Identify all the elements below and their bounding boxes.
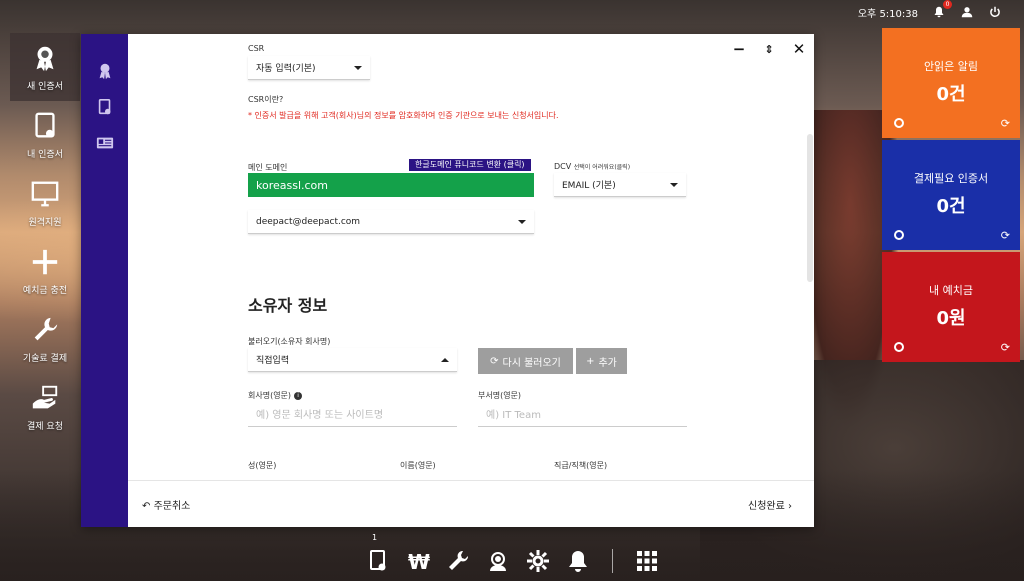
desktop-label: 내 인증서 (27, 149, 63, 160)
desktop-deposit[interactable]: 예치금 충전 (10, 237, 80, 305)
chevron-down-icon (518, 220, 526, 224)
bell-icon[interactable]: 0 (932, 0, 952, 19)
desktop-payment-request[interactable]: 결제 요청 (10, 373, 80, 441)
window-sidebar (81, 34, 128, 527)
desktop-my-certificate[interactable]: 내 인증서 (10, 101, 80, 169)
dcv-label: DCV 선택이 어려워요(클릭) (554, 162, 631, 171)
wrench-icon[interactable] (446, 549, 470, 573)
chevron-down-icon (670, 183, 678, 187)
first-name-label: 이름(영문) (400, 461, 436, 470)
wrench-icon (34, 317, 58, 340)
last-name-label: 성(영문) (248, 461, 277, 470)
certificate-icon (35, 112, 55, 137)
user-icon[interactable] (960, 5, 974, 19)
company-label: 회사명(영문) i (248, 390, 303, 401)
plus-icon: + (586, 355, 595, 367)
load-owner-label: 불러오기(소유자 회사명) (248, 337, 331, 346)
system-topbar: 오후 5:10:38 0 (858, 0, 1024, 24)
circle-icon (894, 342, 904, 352)
desktop-label: 예치금 충전 (22, 285, 68, 296)
back-arrow-icon: ↶ (142, 500, 151, 512)
order-form: CSR 자동 입력(기본) CSR이란? * 인증서 발급을 위해 고객(회사)… (128, 34, 808, 480)
refresh-icon: ⟳ (490, 355, 499, 367)
tile-my-deposit[interactable]: 내 예치금 0원 ⟳ (882, 252, 1020, 362)
dcv-select[interactable]: EMAIL (기본) (554, 173, 686, 197)
payment-icon (32, 385, 58, 408)
notif-badge: 0 (943, 0, 952, 9)
add-button[interactable]: + 추가 (576, 348, 627, 374)
refresh-icon[interactable]: ⟳ (1001, 117, 1010, 130)
headset-icon[interactable] (486, 549, 510, 573)
punycode-convert-button[interactable]: 한글도메인 퓨니코드 변환 (클릭) (409, 159, 531, 171)
tile-payment-required[interactable]: 결제필요 인증서 0건 ⟳ (882, 140, 1020, 250)
desktop-label: 원격지원 (28, 217, 62, 228)
certificate-order-window: − ⇕ ✕ CSR 자동 입력(기본) CSR이란? * 인증서 발급을 위해 … (81, 34, 814, 527)
info-icon[interactable]: i (294, 391, 303, 400)
circle-icon (894, 118, 904, 128)
refresh-icon[interactable]: ⟳ (1001, 229, 1010, 242)
clock: 오후 5:10:38 (857, 8, 918, 20)
title-label: 직급/직책(영문) (554, 461, 608, 470)
desktop-new-certificate[interactable]: 새 인증서 (10, 33, 80, 101)
csr-label: CSR (248, 44, 265, 53)
reload-button[interactable]: ⟳ 다시 불러오기 (478, 348, 573, 374)
owner-section-title: 소유자 정보 (248, 296, 328, 315)
desktop-label: 결제 요청 (27, 421, 63, 432)
bell-icon[interactable] (566, 549, 590, 573)
taskbar: ₩ (0, 540, 1024, 581)
desktop-remote-support[interactable]: 원격지원 (10, 169, 80, 237)
plus-icon (32, 249, 58, 274)
app-grid-icon[interactable] (635, 549, 659, 573)
window-footer: ↶ 주문취소 신청완료 › (128, 480, 814, 527)
cancel-order-button[interactable]: ↶ 주문취소 (142, 497, 190, 512)
csr-select[interactable]: 자동 입력(기본) (248, 56, 370, 80)
chevron-right-icon: › (788, 500, 792, 512)
refresh-icon[interactable]: ⟳ (1001, 341, 1010, 354)
main-domain-label: 메인 도메인 (248, 163, 288, 172)
dcv-help-link[interactable]: 선택이 어려워요(클릭) (574, 164, 630, 171)
desktop-tech-payment[interactable]: 기술료 결제 (10, 305, 80, 373)
taskbar-separator (611, 548, 613, 573)
desktop-label: 기술료 결제 (22, 353, 68, 364)
svg-text:₩: ₩ (408, 550, 430, 573)
circle-icon (894, 230, 904, 240)
award-icon[interactable] (96, 62, 114, 80)
award-icon (36, 46, 54, 71)
certificate-icon[interactable] (96, 98, 114, 116)
dcv-email-select[interactable]: deepact@deepact.com (248, 210, 534, 234)
certificate-icon[interactable] (366, 549, 390, 573)
load-owner-select[interactable]: 직접입력 (248, 348, 457, 372)
company-input[interactable]: 예) 영문 회사명 또는 사이트명 (248, 401, 457, 427)
csr-note: * 인증서 발급을 위해 고객(회사)님의 정보를 암호화하여 인증 기관으로 … (248, 111, 559, 120)
dept-label: 부서명(영문) (478, 391, 522, 400)
desktop-label: 새 인증서 (27, 81, 63, 92)
tile-unread-notifications[interactable]: 안읽은 알림 0건 ⟳ (882, 28, 1020, 138)
won-icon[interactable]: ₩ (406, 549, 430, 573)
submit-order-button[interactable]: 신청완료 › (748, 497, 792, 512)
csr-help-link[interactable]: CSR이란? (248, 94, 283, 105)
chevron-up-icon (441, 358, 449, 362)
domain-input[interactable]: koreassl.com (248, 173, 534, 197)
desktop-icons: 새 인증서 내 인증서 원격지원 예치금 충전 기술료 결제 결제 요청 (10, 33, 80, 441)
monitor-icon (31, 181, 59, 206)
dept-input[interactable]: 예) IT Team (478, 401, 687, 427)
id-card-icon[interactable] (96, 134, 114, 152)
power-icon[interactable] (988, 5, 1002, 19)
chevron-down-icon (354, 66, 362, 70)
gear-icon[interactable] (526, 549, 550, 573)
